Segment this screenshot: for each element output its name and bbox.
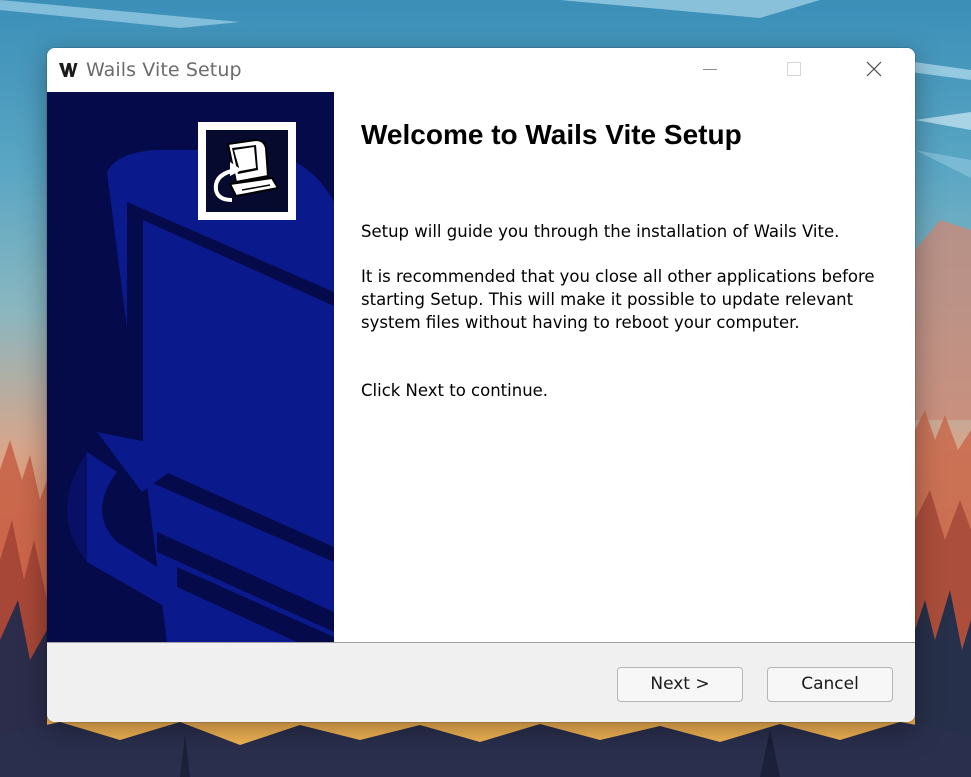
maximize-button[interactable] [753,48,833,92]
button-bar: Next > Cancel [47,642,915,722]
welcome-banner [47,92,334,642]
page-title: Welcome to Wails Vite Setup [361,119,742,150]
wails-w-icon [59,63,78,77]
intro-text: Setup will guide you through the install… [361,222,840,241]
recommendation-text: It is recommended that you close all oth… [361,267,875,332]
close-icon [866,61,882,77]
welcome-content: Welcome to Wails Vite Setup Setup will g… [334,92,915,642]
installer-computer-icon [213,138,280,202]
minimize-icon [703,69,717,70]
cancel-button[interactable]: Cancel [767,667,893,702]
continue-instruction: Click Next to continue. [361,381,549,400]
window-title: Wails Vite Setup [86,59,242,81]
minimize-button[interactable] [673,48,753,92]
next-button[interactable]: Next > [617,667,743,702]
installer-logo [198,122,296,220]
title-bar[interactable]: Wails Vite Setup [47,48,915,92]
close-button[interactable] [835,48,915,92]
installer-logo-background [206,130,288,212]
installer-window: Wails Vite Setup Welcome to Wails Vite S… [47,48,915,722]
maximize-icon [787,62,801,76]
